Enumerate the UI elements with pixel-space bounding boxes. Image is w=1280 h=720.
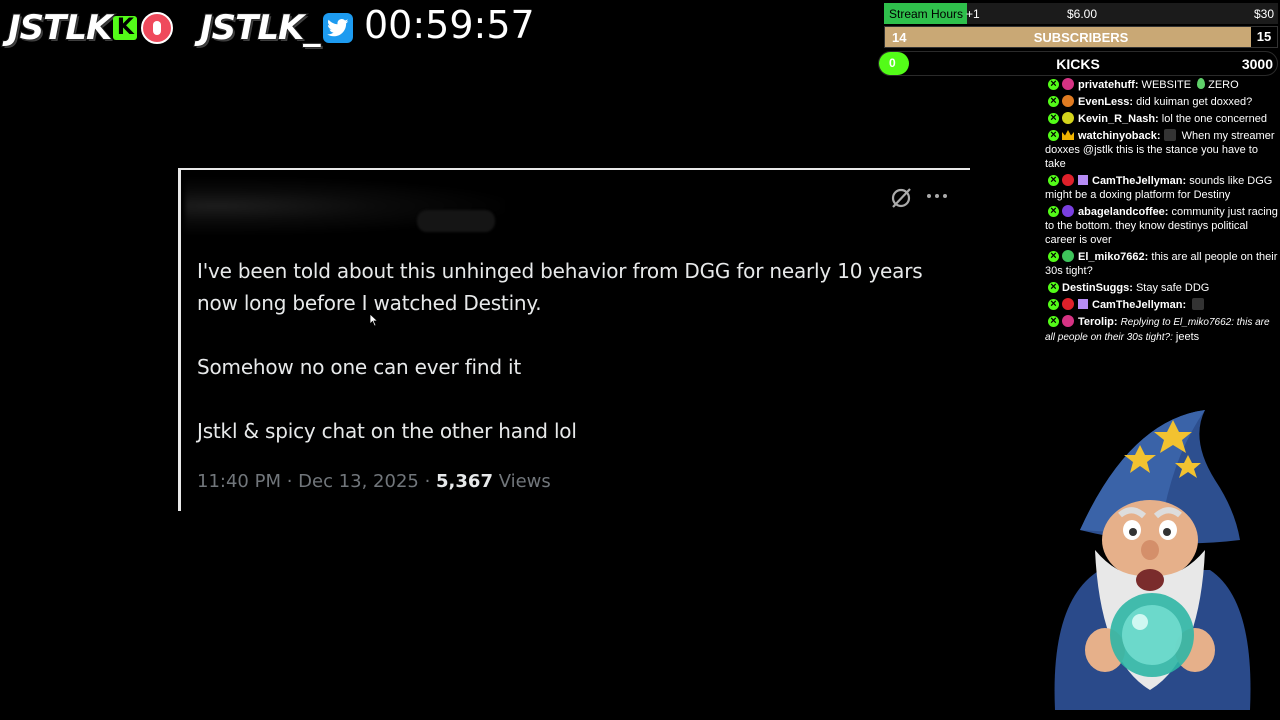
stream-hours-increment: +1	[966, 7, 980, 21]
chat-username[interactable]: abagelandcoffee:	[1078, 206, 1168, 218]
chat-message-text: lol the one concerned	[1158, 113, 1267, 125]
chat-username[interactable]: watchinyoback:	[1078, 130, 1161, 142]
user-avatar-dot	[1062, 95, 1074, 107]
stream-hours-label: Stream Hours	[889, 7, 964, 21]
kick-brand: JSTLK K	[7, 7, 174, 49]
twitter-brand: JSTLK_	[199, 7, 354, 49]
tweet-text-line: Jstkl & spicy chat on the other hand lol	[197, 419, 577, 443]
kick-icon: K	[113, 16, 138, 40]
chat-emote	[1197, 78, 1206, 89]
chat-username[interactable]: Kevin_R_Nash:	[1078, 113, 1159, 125]
wizard-mascot-illustration	[1054, 410, 1251, 710]
kick-badge-icon	[1048, 128, 1059, 142]
chat-message-text: did kuiman get doxxed?	[1133, 96, 1253, 108]
stream-hours-goal-bar: Stream Hours +1 $6.00 $30	[884, 3, 1278, 24]
user-avatar-dot	[1062, 112, 1074, 124]
kick-badge-icon	[1048, 94, 1059, 108]
kick-badge-icon	[1048, 173, 1059, 187]
stream-hours-goal-amount: $30	[1253, 7, 1274, 21]
chat-message: CamTheJellyman:	[1045, 297, 1279, 312]
user-avatar-dot	[1062, 250, 1074, 262]
kick-badge-icon	[1048, 314, 1059, 328]
blurred-handle	[417, 210, 495, 232]
tweet-timestamp[interactable]: 11:40 PM · Dec 13, 2025 ·	[197, 471, 436, 492]
kick-channel-name: JSTLK	[7, 7, 113, 49]
grok-icon[interactable]	[889, 186, 913, 210]
chat-message: El_miko7662: this are all people on thei…	[1045, 249, 1279, 278]
chat-username[interactable]: privatehuff:	[1078, 79, 1139, 91]
chat-message: CamTheJellyman: sounds like DGG might be…	[1045, 173, 1279, 202]
stream-timer: 00:59:57	[364, 3, 535, 47]
kick-badge-icon	[1048, 280, 1059, 294]
more-options-icon[interactable]	[926, 184, 950, 208]
chat-username[interactable]: Terolip:	[1078, 316, 1118, 328]
kick-badge-icon	[1048, 297, 1059, 311]
chat-username[interactable]: CamTheJellyman:	[1092, 175, 1186, 187]
tweet-text-line: now long before I watched Destiny.	[197, 291, 542, 315]
subscribers-label: SUBSCRIBERS	[1033, 30, 1129, 45]
chat-message: EvenLess: did kuiman get doxxed?	[1045, 94, 1279, 109]
user-avatar-dot	[1062, 315, 1074, 327]
chat-message: privatehuff: WEBSITE ZERO	[1045, 77, 1279, 92]
kick-badge-icon	[1048, 111, 1059, 125]
tweet-text-line: I've been told about this unhinged behav…	[197, 259, 923, 283]
tweet-view-count: 5,367	[436, 471, 493, 492]
user-avatar-dot	[1062, 78, 1074, 90]
chat-message: watchinyoback: When my streamer doxxes @…	[1045, 128, 1279, 171]
chat-emote	[1163, 129, 1176, 141]
subscribers-goal-bar: 14 SUBSCRIBERS 15	[884, 26, 1278, 48]
chat-overlay: privatehuff: WEBSITE ZERO EvenLess: did k…	[1045, 77, 1279, 348]
chat-username[interactable]: EvenLess:	[1078, 96, 1133, 108]
chat-message-text: Stay safe DDG	[1132, 282, 1210, 294]
twitter-bird-icon	[323, 13, 354, 43]
chat-message: Kevin_R_Nash: lol the one concerned	[1045, 111, 1279, 126]
stream-hours-current-amount: $6.00	[1067, 7, 1098, 21]
tweet-card: I've been told about this unhinged behav…	[178, 168, 970, 511]
tweet-views-label: Views	[492, 471, 551, 492]
chat-message: Terolip: Replying to El_miko7662: this a…	[1045, 314, 1279, 345]
gift-badge-icon	[1078, 299, 1088, 309]
tweet-metadata: 11:40 PM · Dec 13, 2025 · 5,367 Views	[197, 471, 551, 492]
kick-badge-icon	[1048, 77, 1059, 91]
twitter-handle: JSTLK_	[199, 7, 321, 49]
kick-badge-icon	[1048, 204, 1059, 218]
chat-message-text: ZERO	[1208, 79, 1239, 91]
chat-username[interactable]: El_miko7662:	[1078, 251, 1148, 263]
chat-emote	[1192, 298, 1205, 310]
tweet-text-line: Somehow no one can ever find it	[197, 355, 522, 379]
kicks-goal: 3000	[1241, 56, 1273, 72]
crown-badge-icon	[1062, 130, 1074, 140]
user-avatar-dot	[1062, 174, 1074, 186]
chat-message: DestinSuggs: Stay safe DDG	[1045, 280, 1279, 295]
kicks-label: KICKS	[1056, 56, 1100, 72]
mouse-cursor-icon	[369, 313, 379, 327]
chat-username[interactable]: CamTheJellyman:	[1092, 299, 1186, 311]
chat-message-text: jeets	[1172, 331, 1200, 343]
subscribers-goal: 15	[1251, 27, 1277, 47]
kick-badge-icon	[1048, 249, 1059, 263]
kicks-goal-bar: 0 KICKS 3000	[878, 51, 1278, 76]
gift-badge-icon	[1078, 175, 1088, 185]
record-icon	[141, 12, 174, 44]
user-avatar-dot	[1062, 205, 1074, 217]
chat-message-text: WEBSITE	[1138, 79, 1195, 91]
chat-username[interactable]: DestinSuggs:	[1062, 282, 1133, 294]
chat-message: abagelandcoffee: community just racing t…	[1045, 204, 1279, 247]
user-avatar-dot	[1062, 298, 1074, 310]
